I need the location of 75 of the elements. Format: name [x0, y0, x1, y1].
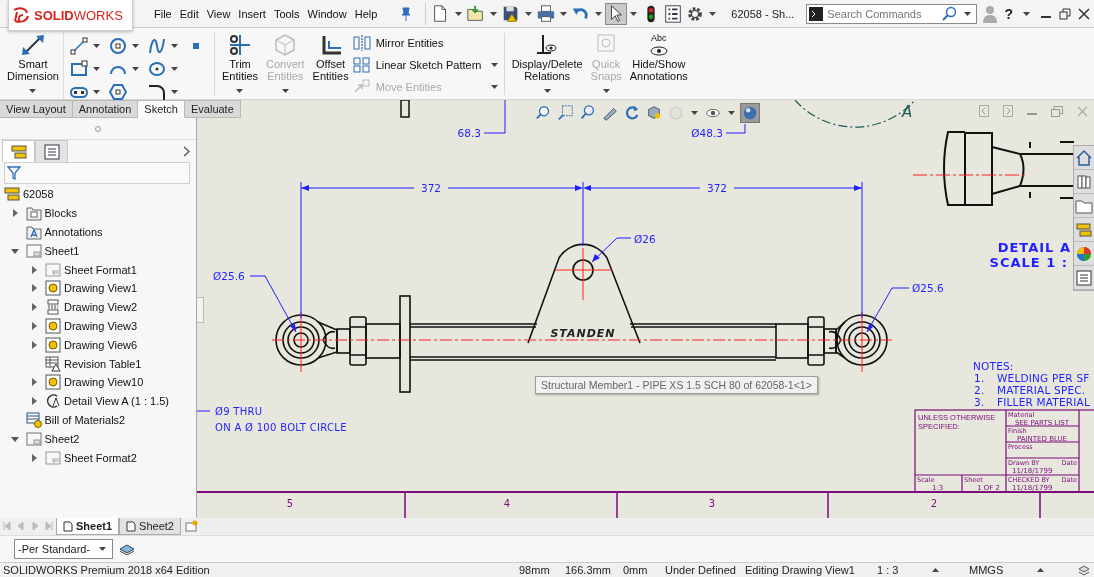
notes-heading: NOTES: [973, 360, 1014, 372]
zone-number: 5 [286, 498, 294, 509]
search-field[interactable]: Search Commands [806, 3, 978, 24]
command-tab[interactable]: Annotation [72, 100, 139, 118]
document-title: 62058 - Sh... [731, 7, 795, 20]
command-tab[interactable]: View Layout [0, 100, 73, 118]
detail-label: A [902, 103, 913, 121]
dimension-text: Ø25.6 [213, 270, 245, 282]
status-text: SOLIDWORKS Premium 2018 x64 Edition [2, 563, 211, 577]
menu-item[interactable]: File [150, 7, 176, 20]
dimension-text: Ø48.3 [691, 127, 723, 139]
tree-item[interactable]: Bill of Materials2 [44, 413, 126, 426]
dimension-text: Ø26 [634, 233, 656, 245]
menu-item[interactable]: Tools [269, 7, 304, 20]
note-number: 2. [974, 384, 985, 396]
sheet-tab[interactable]: Sheet2 [119, 518, 181, 535]
tree-item[interactable]: Drawing View6 [64, 338, 138, 351]
command-tab[interactable]: Sketch [138, 100, 185, 118]
zone-number: 2 [930, 498, 938, 509]
detail-title: SCALE 1 : [989, 255, 1068, 270]
tree-item[interactable]: Sheet Format2 [64, 451, 137, 464]
tree-item[interactable]: Drawing View2 [64, 301, 138, 314]
menu-item[interactable]: Help [350, 7, 382, 20]
menu-item[interactable]: Edit [175, 7, 203, 20]
ribbon-button[interactable]: Linear Sketch Pattern [352, 56, 501, 74]
engraving-text: STANDEN [550, 327, 616, 340]
ribbon-button[interactable]: Abc Hide/Show Annotations [625, 33, 692, 95]
search-input[interactable]: Search Commands [827, 7, 938, 20]
note-text: WELDING PER SF [997, 372, 1090, 384]
help-button[interactable]: ? [1004, 5, 1013, 22]
zone-number: 4 [503, 498, 511, 509]
tree-item[interactable]: Drawing View10 [64, 376, 144, 389]
status-field[interactable]: MMGS [969, 564, 1004, 576]
tree-item[interactable]: Sheet2 [44, 432, 80, 445]
note-text: FILLER MATERIAL [997, 396, 1090, 408]
ribbon-button[interactable]: Offset Entities [308, 33, 353, 95]
tree-item[interactable]: Detail View A (1 : 1.5) [64, 395, 169, 408]
menu-item[interactable]: Insert [234, 7, 270, 20]
sheet-tab[interactable]: Sheet1 [56, 518, 120, 535]
tree-item[interactable]: Sheet1 [44, 244, 80, 257]
dimension-text: 372 [421, 182, 441, 194]
icon-text: Abc [651, 34, 667, 43]
standard-dropdown[interactable]: -Per Standard- [14, 539, 114, 559]
tooltip: Structural Member1 - PIPE XS 1.5 SCH 80 of 62058-1<1> [535, 376, 818, 394]
zone-number: 3 [708, 498, 716, 509]
status-text: Under Defined [664, 563, 737, 577]
hole-callout-text: ON A Ø 100 BOLT CIRCLE [215, 422, 347, 433]
note-number: 1. [974, 372, 985, 384]
status-text: Editing Drawing View1 [744, 563, 856, 577]
ribbon-button[interactable]: Smart Dimension [3, 33, 63, 95]
hole-callout-text: Ø9 THRU [215, 406, 263, 417]
status-text: 98mm [518, 563, 551, 577]
command-tab[interactable]: Evaluate [185, 100, 241, 118]
tree-item[interactable]: Sheet Format1 [64, 263, 137, 276]
tree-item[interactable]: Drawing View1 [64, 282, 138, 295]
note-text: MATERIAL SPEC. [997, 384, 1086, 396]
note-number: 3. [974, 396, 985, 408]
detail-title: DETAIL A [997, 240, 1071, 255]
status-text: 166.3mm [564, 563, 612, 577]
dimension-text: 372 [707, 182, 727, 194]
menu-item[interactable]: Window [303, 7, 351, 20]
status-field[interactable]: 1 : 3 [877, 564, 899, 576]
tree-item[interactable]: Blocks [44, 207, 77, 220]
tree-item[interactable]: 62058 [23, 188, 54, 201]
tree-item[interactable]: Revision Table1 [64, 357, 142, 370]
ribbon-button[interactable]: Mirror Entities [352, 34, 501, 52]
menu-item[interactable]: View [202, 7, 235, 20]
tree-item[interactable]: Annotations [44, 226, 103, 238]
status-text: 0mm [622, 563, 649, 577]
ribbon-button[interactable]: Trim Entities [217, 33, 263, 95]
tree-item[interactable]: Drawing View3 [64, 319, 138, 332]
logo-text: SOLIDWORKS [34, 7, 123, 23]
dimension-text: 68.3 [457, 127, 481, 139]
ribbon-button[interactable]: Display/Delete Relations [507, 33, 587, 95]
dimension-text: Ø25.6 [912, 282, 944, 294]
